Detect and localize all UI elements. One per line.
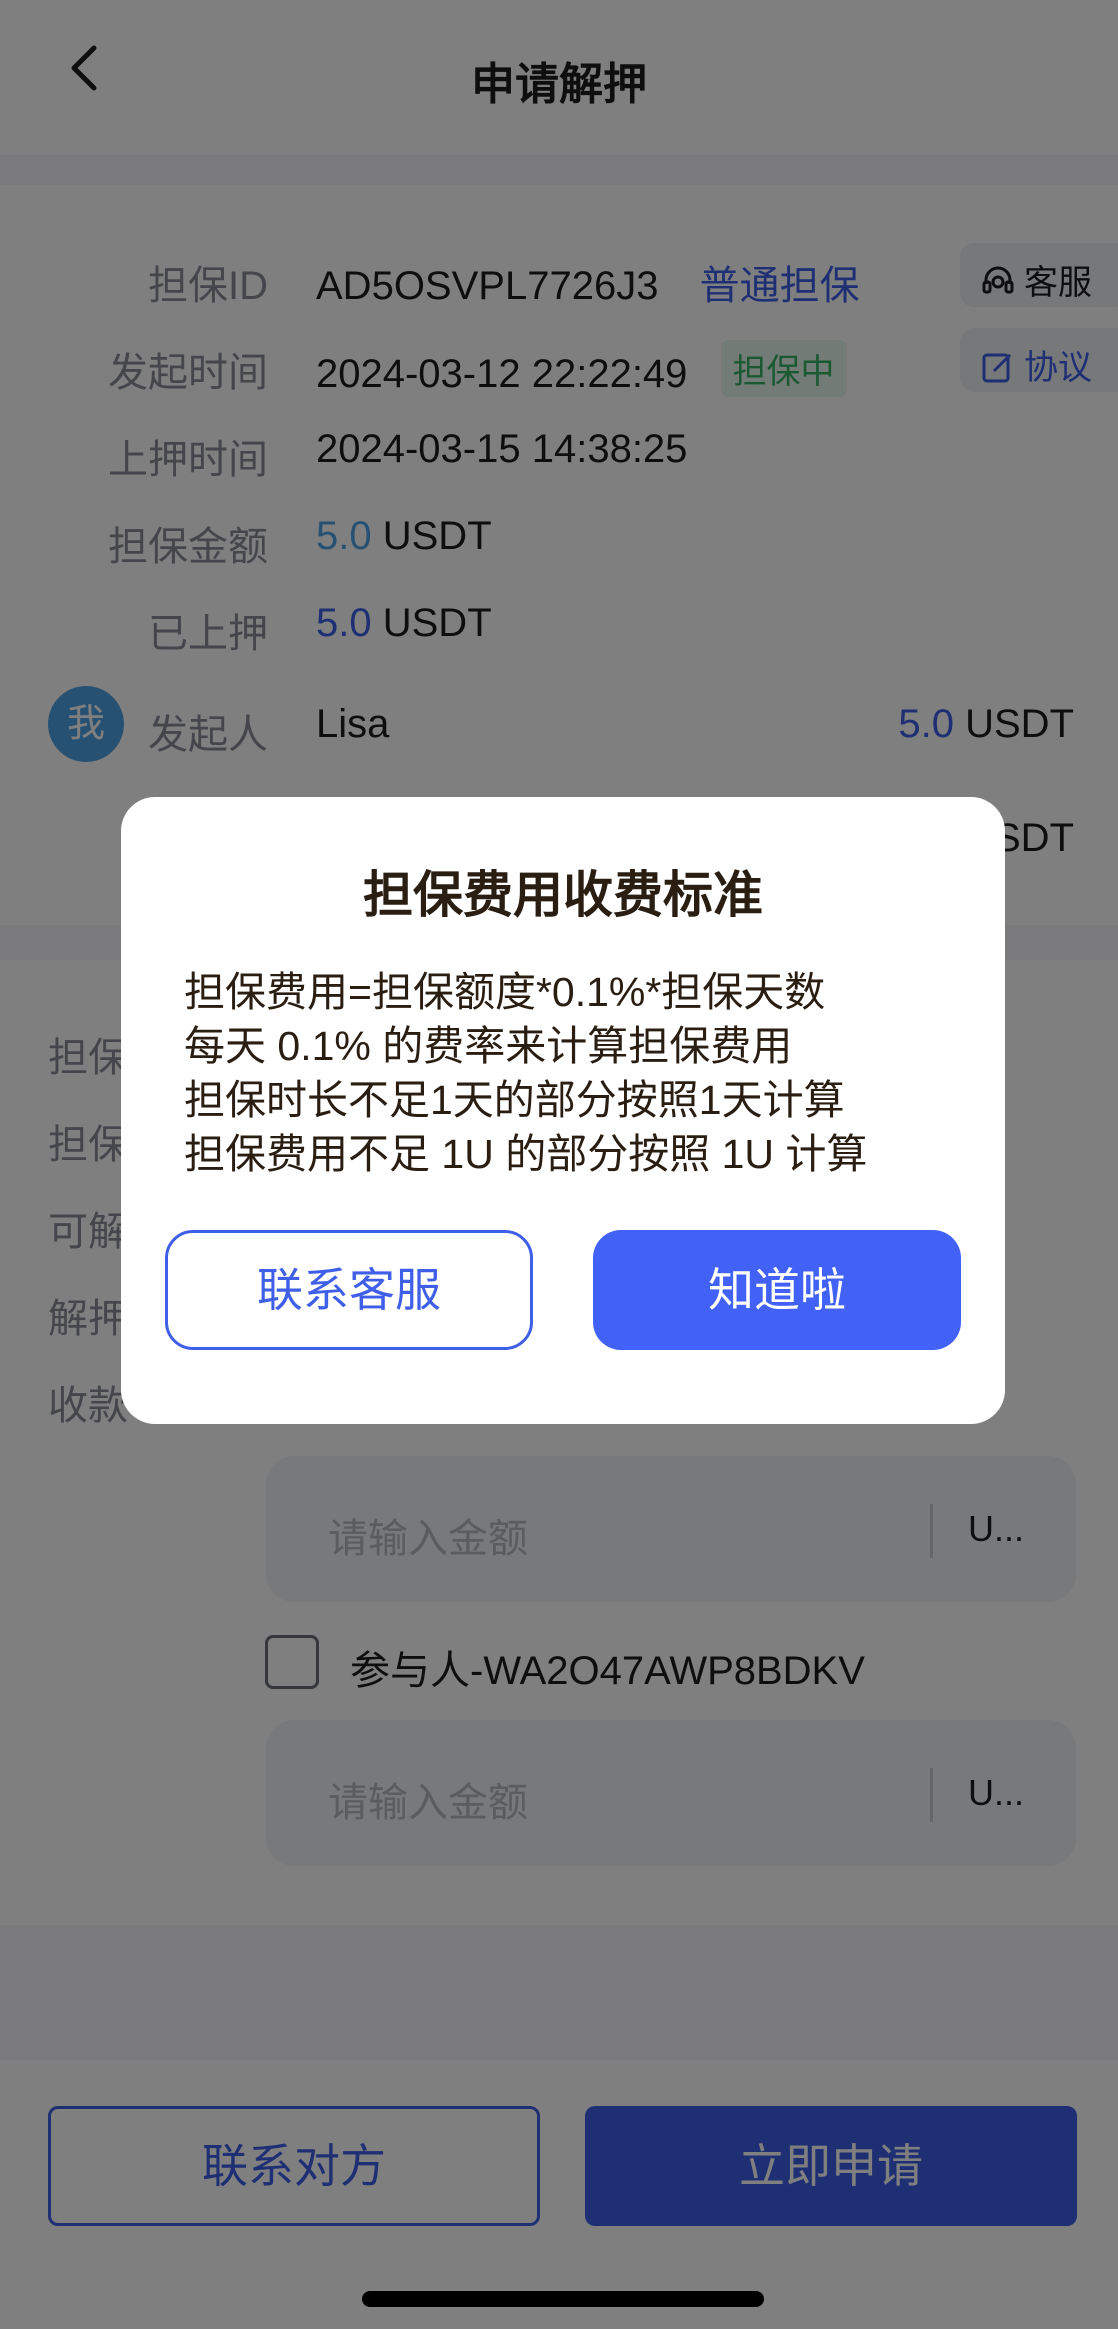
dialog-line: 担保费用=担保额度*0.1%*担保天数 xyxy=(184,969,826,1015)
dialog-line: 担保时长不足1天的部分按照1天计算 xyxy=(184,1077,845,1123)
got-it-button[interactable]: 知道啦 xyxy=(593,1230,961,1350)
home-indicator xyxy=(362,2291,764,2307)
contact-service-button[interactable]: 联系客服 xyxy=(165,1230,533,1350)
dialog-line: 担保费用不足 1U 的部分按照 1U 计算 xyxy=(184,1131,868,1177)
dialog-body: 担保费用=担保额度*0.1%*担保天数 每天 0.1% 的费率来计算担保费用 担… xyxy=(184,965,964,1181)
dialog-line: 每天 0.1% 的费率来计算担保费用 xyxy=(184,1023,793,1069)
fee-standard-dialog: 担保费用收费标准 担保费用=担保额度*0.1%*担保天数 每天 0.1% 的费率… xyxy=(121,797,1005,1424)
dialog-title: 担保费用收费标准 xyxy=(363,867,763,923)
